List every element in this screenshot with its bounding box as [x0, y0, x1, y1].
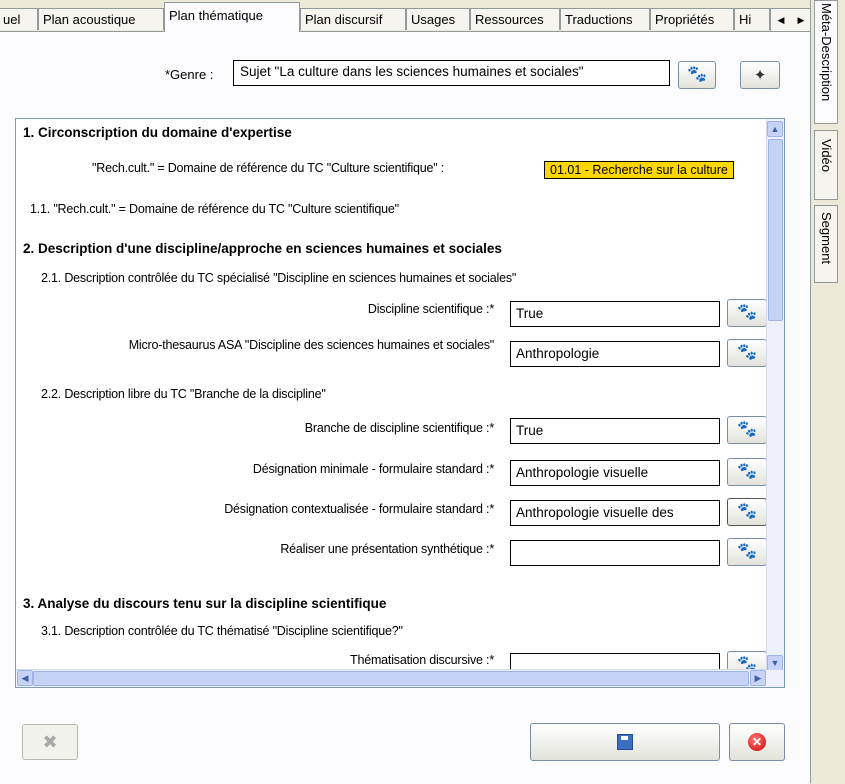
discipline-paw-button[interactable]: 🐾 — [727, 299, 767, 327]
horizontal-scrollbar[interactable]: ◀ ▶ — [16, 669, 767, 687]
section-1-title: 1. Circonscription du domaine d'expertis… — [23, 125, 292, 140]
paw-icon: 🐾 — [737, 503, 757, 520]
designation-minimale-paw-button[interactable]: 🐾 — [727, 458, 767, 486]
discipline-label: Discipline scientifique :* — [367, 302, 494, 316]
cancel-icon: ✕ — [748, 733, 766, 751]
horizontal-scroll-thumb[interactable] — [33, 671, 749, 686]
side-tab-segment[interactable]: Segment — [814, 205, 838, 283]
section-2-2-label: 2.2. Description libre du TC "Branche de… — [41, 387, 326, 401]
section-1-1-label: 1.1. "Rech.cult." = Domaine de référence… — [30, 202, 399, 216]
side-tab-video[interactable]: Vidéo — [814, 130, 838, 200]
save-button[interactable] — [530, 723, 720, 761]
side-tab-meta-description[interactable]: Méta-Description — [814, 0, 838, 124]
paw-icon: 🐾 — [737, 463, 757, 480]
vertical-scrollbar[interactable]: ▲ ▼ — [766, 119, 784, 672]
genre-wizard-button[interactable]: ✦ — [740, 61, 780, 89]
tab-plan-thematique[interactable]: Plan thématique — [164, 2, 300, 32]
tab-ressources[interactable]: Ressources — [470, 8, 560, 30]
scroll-right-icon[interactable]: ▶ — [750, 670, 766, 686]
micro-thesaurus-label: Micro-thesaurus ASA "Discipline des scie… — [128, 338, 494, 352]
paw-icon: 🐾 — [737, 421, 757, 438]
magic-wand-icon: ✦ — [753, 67, 767, 84]
paw-icon: 🐾 — [737, 344, 757, 361]
vertical-scroll-thumb[interactable] — [768, 139, 783, 321]
delete-icon: ✖ — [42, 731, 58, 752]
delete-button[interactable]: ✖ — [22, 724, 78, 760]
branche-label: Branche de discipline scientifique :* — [304, 421, 494, 435]
tab-historique[interactable]: Hi — [734, 8, 770, 30]
paw-icon: 🐾 — [737, 304, 757, 321]
section-3-title: 3. Analyse du discours tenu sur la disci… — [23, 596, 387, 611]
scroll-down-icon[interactable]: ▼ — [767, 655, 783, 671]
ref-domain-label: "Rech.cult." = Domaine de référence du T… — [92, 161, 445, 175]
tab-scroll-buttons[interactable]: ◀ ▶ — [770, 8, 812, 32]
side-tab-strip: Méta-Description Vidéo Segment — [810, 0, 845, 783]
tab-traductions[interactable]: Traductions — [560, 8, 650, 30]
genre-label: *Genre : — [165, 67, 214, 82]
tab-plan-discursif[interactable]: Plan discursif — [300, 8, 406, 30]
form-scroll-area[interactable]: 1. Circonscription du domaine d'expertis… — [15, 118, 785, 688]
section-2-1-label: 2.1. Description contrôlée du TC spécial… — [41, 271, 517, 285]
save-icon — [617, 734, 633, 750]
tab-scroll-left-icon[interactable]: ◀ — [778, 15, 785, 26]
designation-contextualisee-paw-button[interactable]: 🐾 — [727, 498, 767, 526]
designation-minimale-label: Désignation minimale - formulaire standa… — [252, 462, 494, 476]
branche-paw-button[interactable]: 🐾 — [727, 416, 767, 444]
micro-thesaurus-paw-button[interactable]: 🐾 — [727, 339, 767, 367]
presentation-synthetique-label: Réaliser une présentation synthétique :* — [280, 542, 494, 556]
scroll-left-icon[interactable]: ◀ — [17, 670, 33, 686]
presentation-synthetique-field[interactable] — [510, 540, 720, 566]
designation-minimale-field[interactable]: Anthropologie visuelle — [510, 460, 720, 486]
branche-field[interactable]: True — [510, 418, 720, 444]
tab-scroll-right-icon[interactable]: ▶ — [798, 15, 805, 26]
thematisation-label: Thématisation discursive :* — [350, 653, 494, 667]
tab-usages[interactable]: Usages — [406, 8, 470, 30]
genre-search-button[interactable]: 🐾 — [678, 61, 716, 89]
tab-plan-acoustique[interactable]: Plan acoustique — [38, 8, 164, 30]
paw-icon: 🐾 — [737, 543, 757, 560]
tab-manuel[interactable]: uel — [0, 8, 38, 30]
designation-contextualisee-field[interactable]: Anthropologie visuelle des — [510, 500, 720, 526]
section-2-title: 2. Description d'une discipline/approche… — [23, 241, 502, 256]
green-paw-icon: 🐾 — [687, 66, 707, 83]
tab-proprietes[interactable]: Propriétés — [650, 8, 734, 30]
designation-contextualisee-label: Désignation contextualisée - formulaire … — [224, 502, 494, 516]
scroll-up-icon[interactable]: ▲ — [767, 121, 783, 137]
tab-strip: uel Plan acoustique Plan thématique Plan… — [0, 0, 812, 34]
genre-field[interactable]: Sujet "La culture dans les sciences huma… — [233, 60, 670, 86]
presentation-synthetique-paw-button[interactable]: 🐾 — [727, 538, 767, 566]
micro-thesaurus-field[interactable]: Anthropologie — [510, 341, 720, 367]
scroll-corner — [767, 670, 784, 687]
section-3-1-label: 3.1. Description contrôlée du TC thémati… — [41, 624, 403, 638]
ref-domain-tag: 01.01 - Recherche sur la culture — [544, 161, 734, 179]
discipline-field[interactable]: True — [510, 301, 720, 327]
cancel-button[interactable]: ✕ — [729, 723, 785, 761]
